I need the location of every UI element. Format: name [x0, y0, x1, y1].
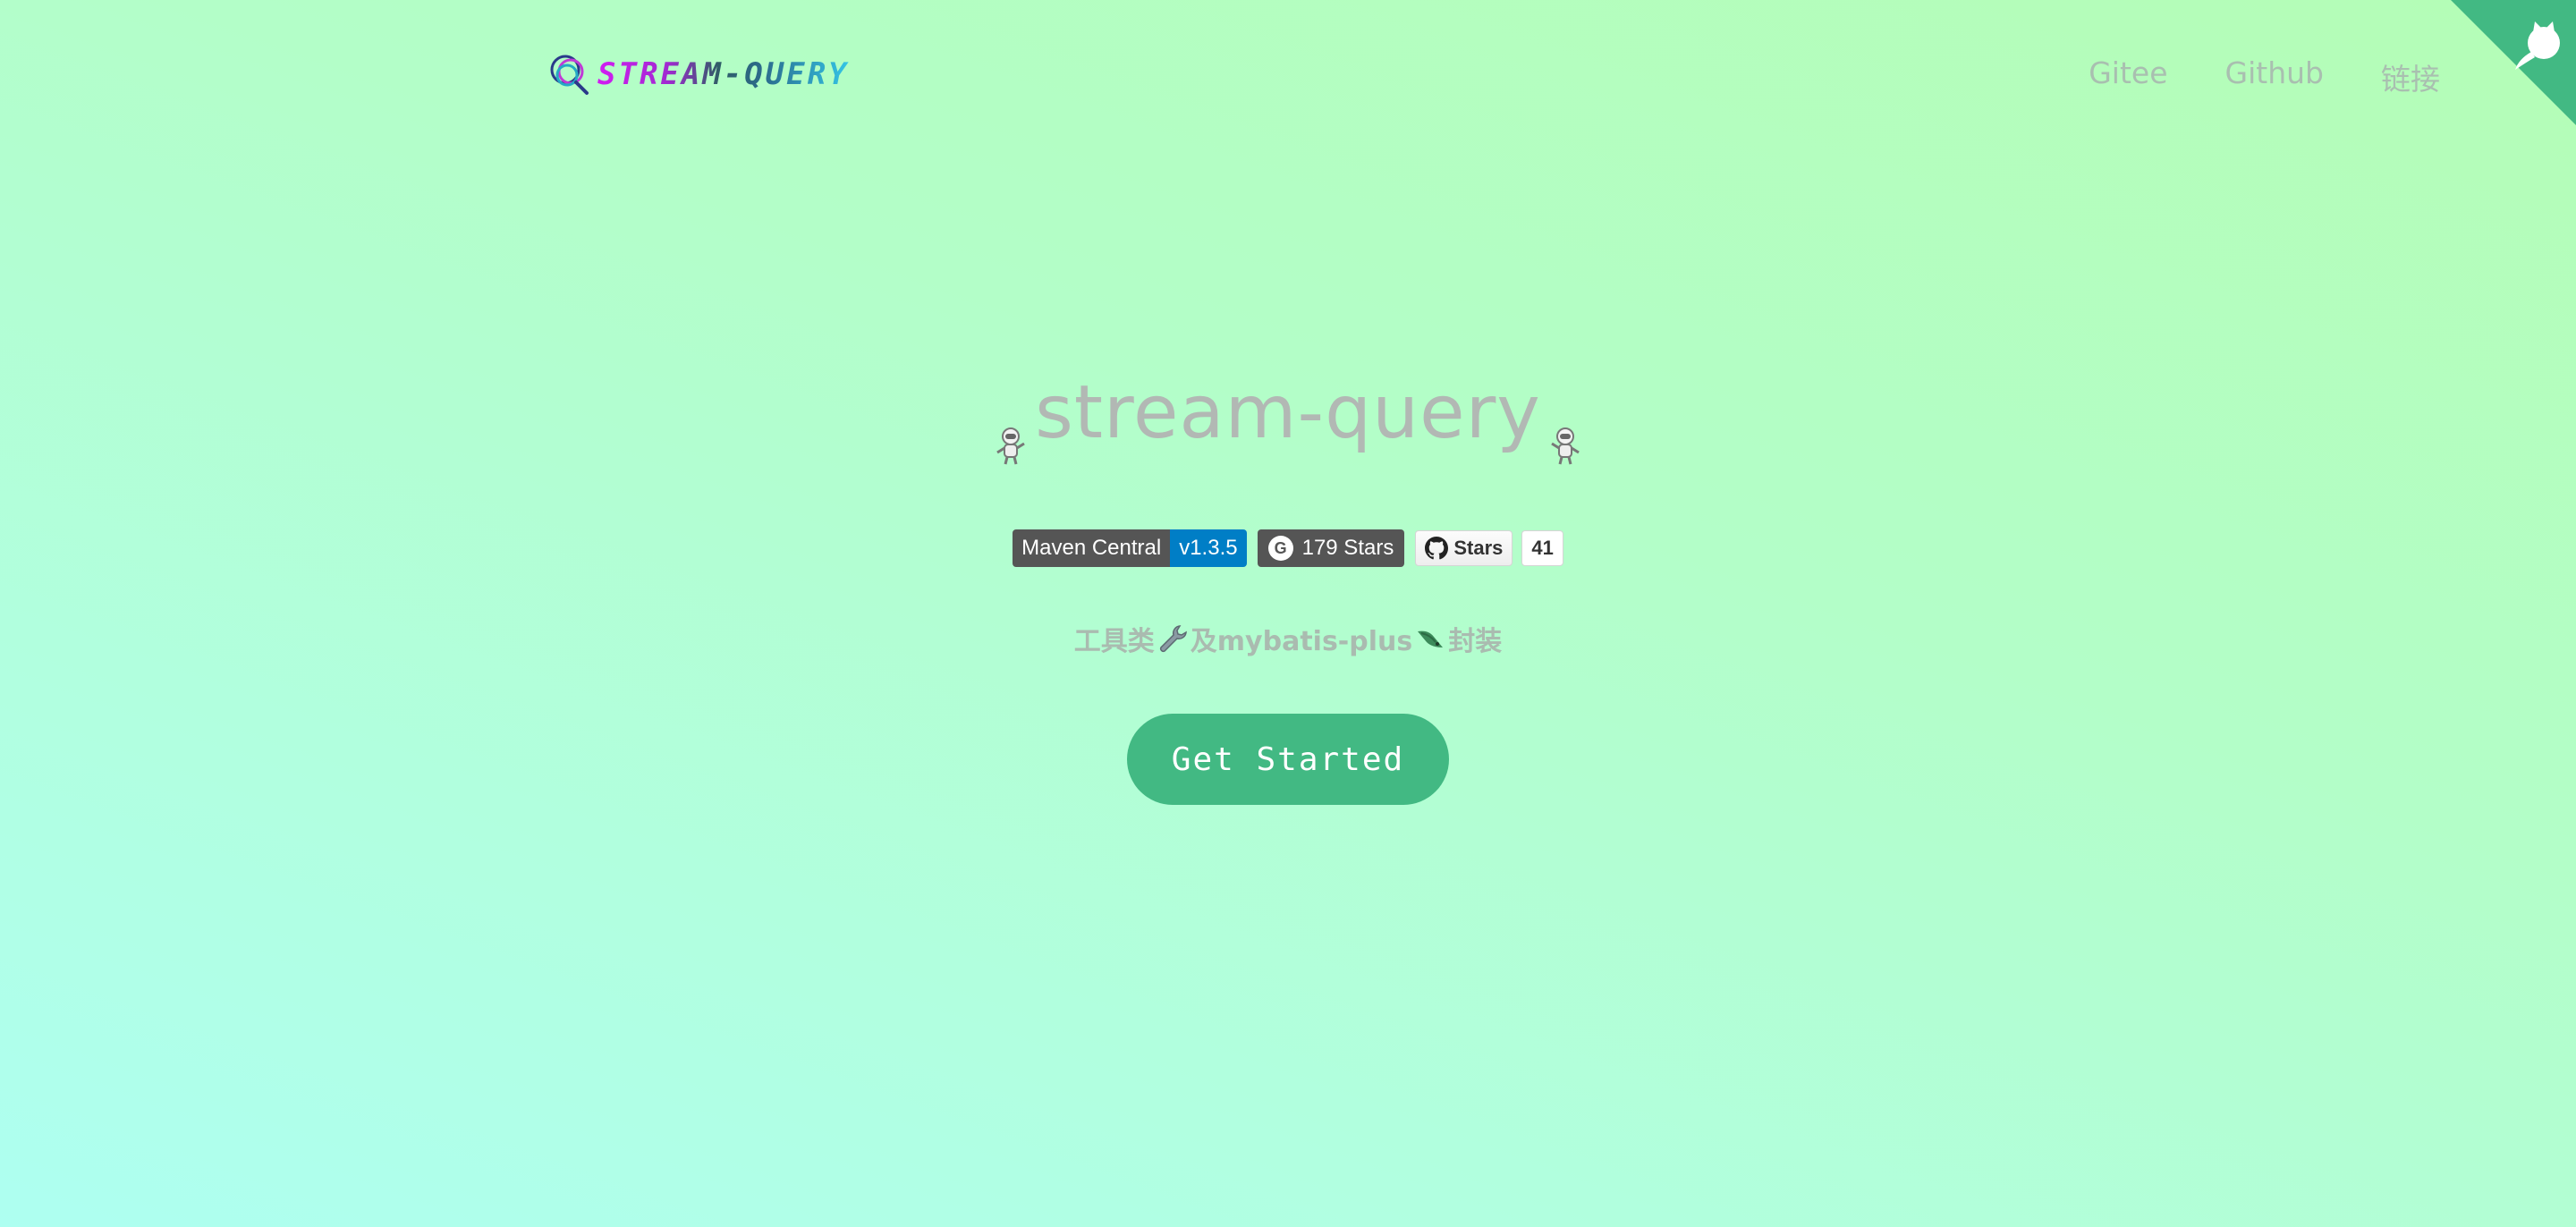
- logo-text: STREAM-QUERY: [597, 56, 850, 92]
- tagline-part-mybatis: 及mybatis-plus: [1190, 626, 1413, 657]
- hero-title: stream-query: [1035, 370, 1541, 455]
- top-nav: Gitee Github 链接: [2089, 55, 2440, 98]
- maven-central-badge[interactable]: Maven Central v1.3.5: [1013, 529, 1247, 567]
- wrench-icon: [1159, 625, 1187, 653]
- nav-link-gitee[interactable]: Gitee: [2089, 55, 2167, 98]
- hero-title-row: stream-query: [0, 368, 2576, 465]
- maven-badge-label: Maven Central: [1013, 529, 1171, 567]
- github-stars-label: Stars: [1453, 537, 1504, 559]
- bird-icon: [1418, 630, 1444, 647]
- github-stars-button[interactable]: Stars: [1415, 530, 1513, 566]
- github-logo-icon: [1425, 537, 1449, 560]
- astronaut-icon: [1551, 427, 1580, 465]
- github-corner-icon: [2451, 0, 2576, 125]
- tagline-part-tools: 工具类: [1073, 626, 1155, 657]
- badge-row: Maven Central v1.3.5 G 179 Stars Stars 4…: [0, 529, 2576, 567]
- github-stars-count[interactable]: 41: [1521, 530, 1563, 566]
- magnifier-logo-icon: [550, 55, 589, 95]
- nav-link-links[interactable]: 链接: [2381, 55, 2440, 98]
- gitee-stars-text: 179 Stars: [1301, 536, 1394, 560]
- tagline-part-wrapper: 封装: [1448, 626, 1503, 657]
- site-logo[interactable]: STREAM-QUERY: [547, 52, 850, 97]
- nav-link-github[interactable]: Github: [2225, 55, 2324, 98]
- tagline: 工具类 及mybatis-plus 封装: [0, 619, 2576, 658]
- gitee-logo-icon: G: [1267, 536, 1293, 561]
- github-corner-link[interactable]: [2451, 0, 2576, 125]
- astronaut-icon: [996, 427, 1025, 465]
- get-started-button[interactable]: Get Started: [1127, 714, 1449, 805]
- gitee-stars-badge[interactable]: G 179 Stars: [1257, 529, 1405, 567]
- github-stars-badge[interactable]: Stars 41: [1415, 530, 1563, 566]
- maven-badge-version: v1.3.5: [1170, 529, 1247, 567]
